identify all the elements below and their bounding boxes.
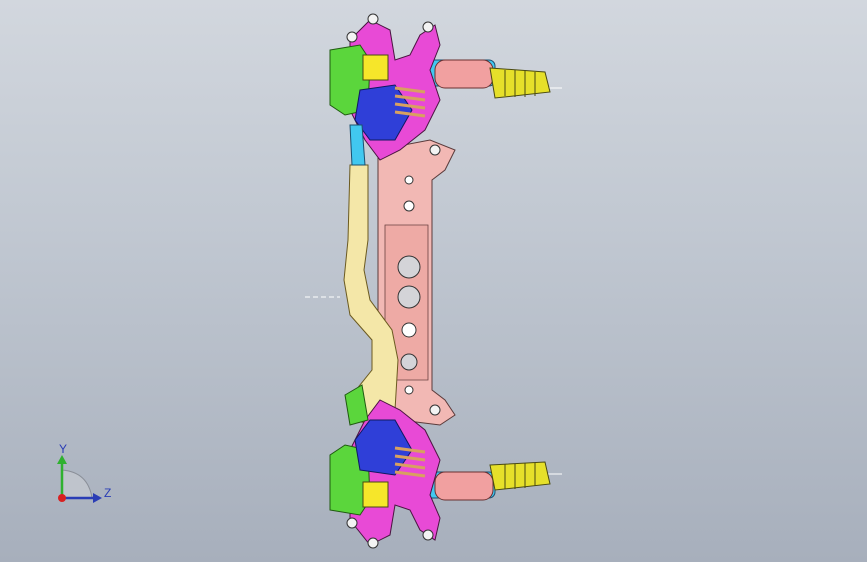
bolt-icon — [422, 529, 434, 541]
bolt-icon — [422, 21, 434, 33]
subframe-hole — [404, 175, 414, 185]
top-wheel-assembly[interactable] — [329, 13, 551, 166]
model-canvas[interactable]: Y Z — [0, 0, 867, 562]
tie-rod-sleeve-top — [434, 59, 494, 89]
subframe-hole — [397, 285, 421, 309]
bottom-wheel-assembly[interactable] — [329, 384, 551, 549]
subframe-hole — [400, 353, 418, 371]
bolt-icon — [367, 537, 379, 549]
triad-origin-icon — [58, 494, 66, 502]
lower-link-top[interactable] — [349, 124, 366, 166]
tie-rod-sleeve-bottom — [434, 471, 494, 501]
subframe-hole — [397, 255, 421, 279]
z-axis-label: Z — [104, 486, 111, 500]
bolt-icon — [429, 144, 441, 156]
hub-bottom[interactable] — [362, 481, 389, 508]
boot-bottom[interactable] — [489, 461, 551, 491]
subframe-hole — [401, 322, 417, 338]
y-arrowhead-icon — [57, 455, 67, 464]
bolt-icon — [346, 31, 358, 43]
z-arrowhead-icon — [93, 493, 102, 503]
y-axis-label: Y — [59, 442, 67, 456]
bolt-icon — [367, 13, 379, 25]
boot-top[interactable] — [489, 67, 551, 99]
bolt-icon — [429, 404, 441, 416]
cad-viewport[interactable]: Y Z — [0, 0, 867, 562]
subframe-hole — [403, 200, 415, 212]
orientation-triad[interactable]: Y Z — [57, 442, 111, 503]
subframe-hole — [404, 385, 414, 395]
bolt-icon — [346, 517, 358, 529]
triad-plane-icon — [61, 469, 93, 499]
hub-top[interactable] — [362, 54, 389, 81]
